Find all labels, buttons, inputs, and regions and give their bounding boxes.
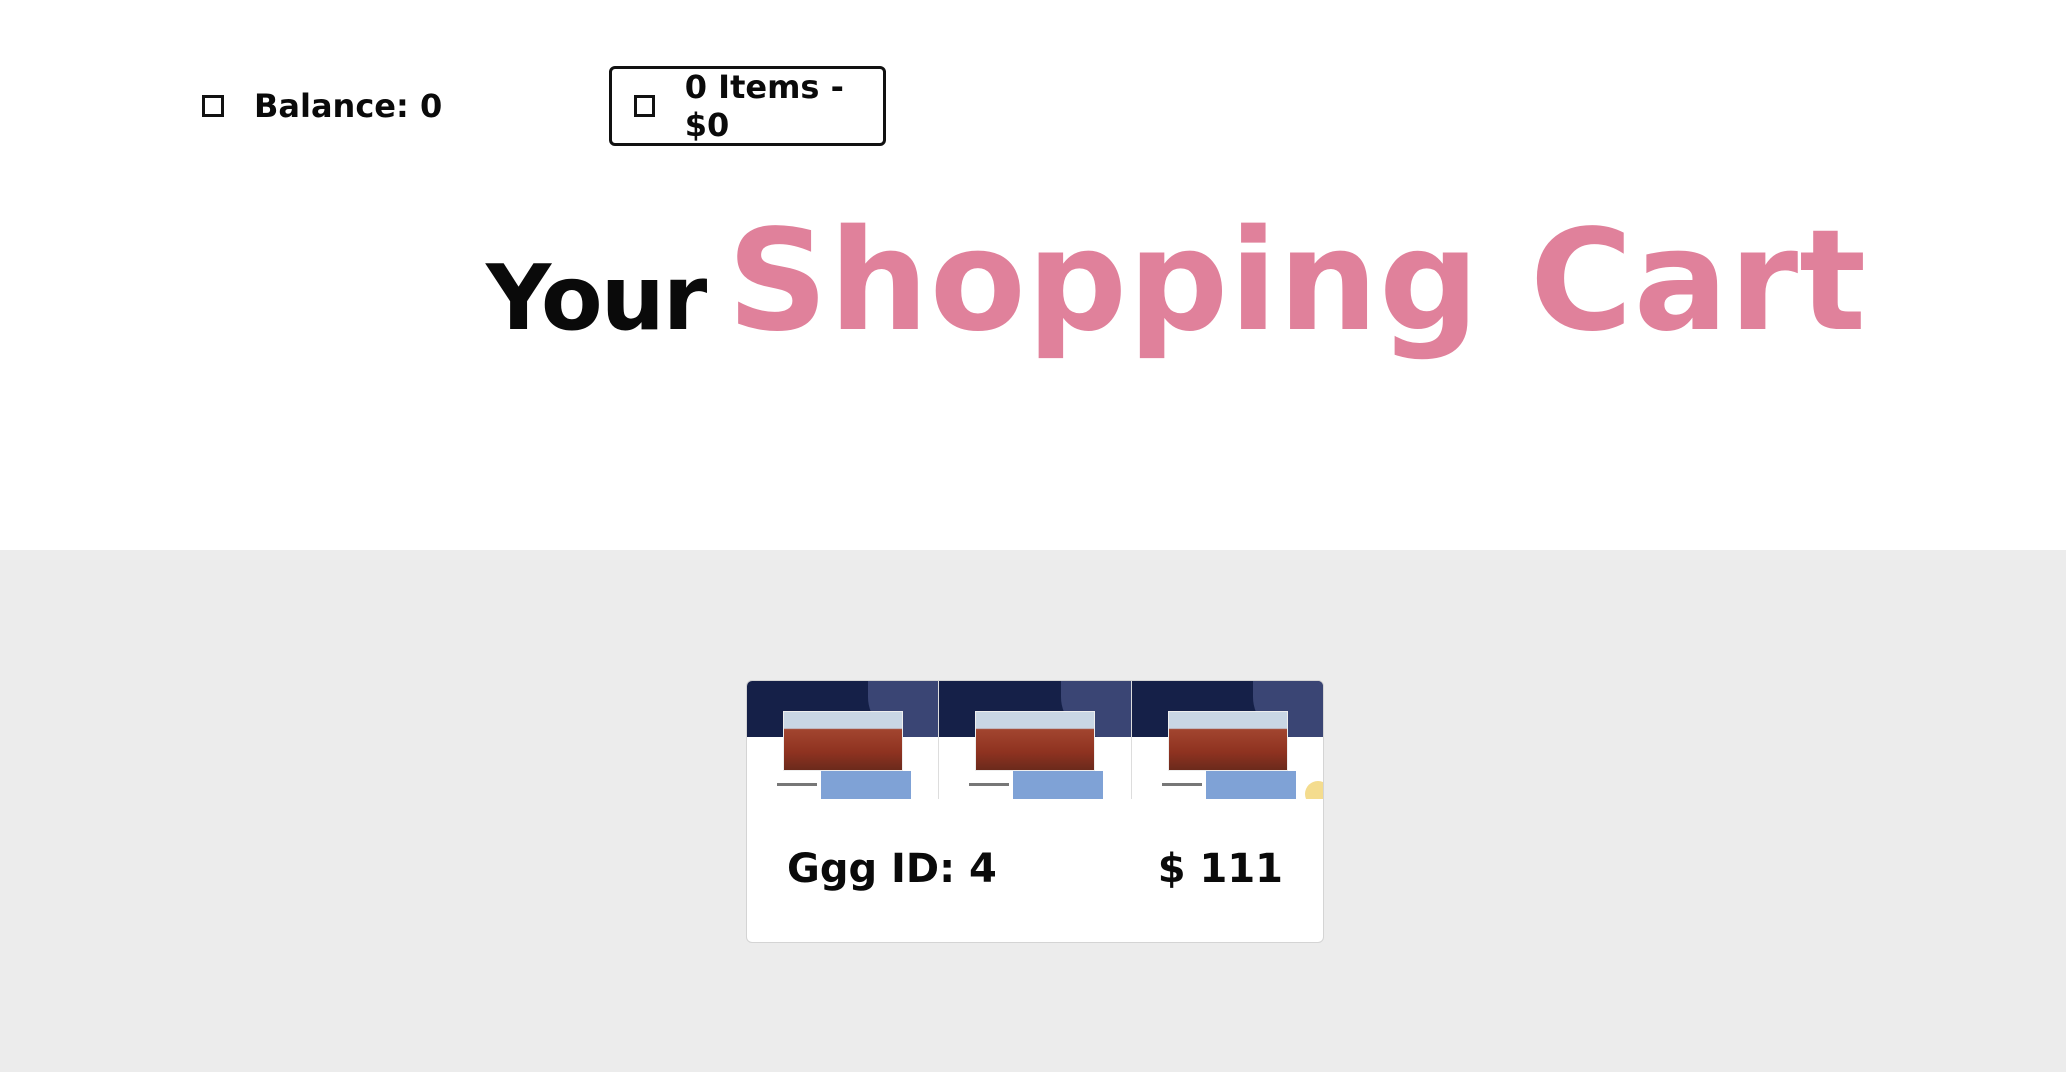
cart-item-price: $ 111: [1157, 846, 1283, 892]
product-thumbnail: [939, 681, 1132, 799]
product-thumbnail: [1131, 681, 1323, 799]
page-title-prefix: Your: [486, 246, 707, 351]
cart-item-card[interactable]: Ggg ID: 4 $ 111: [746, 680, 1324, 943]
cart-summary-button[interactable]: 0 Items - $0: [609, 66, 886, 146]
balance-checkbox-icon: [202, 95, 224, 117]
product-thumbnail-strip: [747, 681, 1323, 799]
product-thumbnail: [747, 681, 940, 799]
balance-label: Balance: 0: [254, 87, 443, 125]
cart-item-name: Ggg ID: 4: [787, 846, 997, 892]
page-title-accent: Shopping Cart: [727, 200, 1868, 363]
page-title: Your Shopping Cart: [486, 200, 1867, 363]
cart-summary-label: 0 Items - $0: [684, 68, 844, 144]
balance-indicator: Balance: 0: [202, 87, 442, 125]
header-area: Balance: 0 0 Items - $0 Your Shopping Ca…: [0, 0, 2066, 550]
cart-item-info: Ggg ID: 4 $ 111: [747, 805, 1323, 933]
cart-checkbox-icon: [634, 95, 655, 117]
